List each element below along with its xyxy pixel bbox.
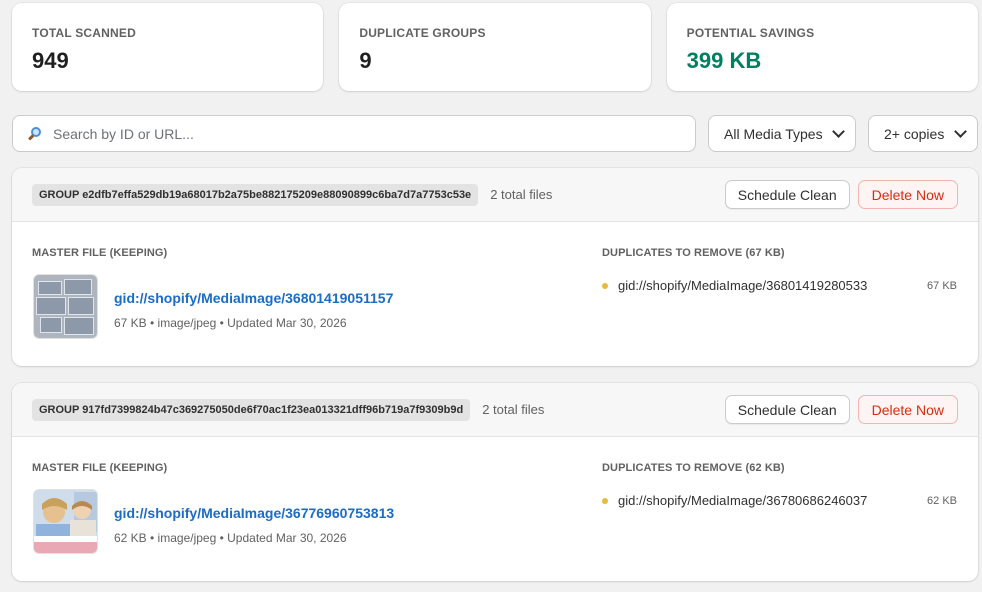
- duplicate-size: 62 KB: [927, 494, 957, 507]
- group-id-badge: GROUP 917fd7399824b47c369275050de6f70ac1…: [32, 398, 471, 421]
- master-thumbnail[interactable]: [33, 274, 98, 339]
- stat-label: TOTAL SCANNED: [32, 26, 136, 40]
- master-file-meta: 62 KB • image/jpeg • Updated Mar 30, 202…: [114, 531, 347, 545]
- copies-select[interactable]: 2+ copies: [868, 115, 978, 152]
- duplicate-item: gid://shopify/MediaImage/36801419280533 …: [602, 278, 957, 293]
- duplicate-item: gid://shopify/MediaImage/36780686246037 …: [602, 493, 957, 508]
- stat-value: 399 KB: [686, 48, 762, 73]
- stat-value: 949: [32, 48, 69, 73]
- duplicates-label: DUPLICATES TO REMOVE (67 KB): [602, 247, 785, 259]
- master-file-link[interactable]: gid://shopify/MediaImage/36776960753813: [114, 505, 394, 521]
- master-file-link[interactable]: gid://shopify/MediaImage/36801419051157: [114, 290, 393, 306]
- duplicate-id: gid://shopify/MediaImage/36780686246037: [618, 493, 868, 508]
- copies-value: 2+ copies: [884, 125, 945, 142]
- delete-now-button[interactable]: Delete Now: [857, 180, 958, 209]
- status-dot-icon: [602, 282, 608, 289]
- group-header: GROUP e2dfb7effa529db19a68017b2a75be8821…: [12, 168, 978, 222]
- group-file-count: 2 total files: [490, 187, 553, 202]
- media-type-select[interactable]: All Media Types: [708, 115, 856, 152]
- stat-duplicate-groups: DUPLICATE GROUPS 9: [339, 3, 651, 91]
- stat-total-scanned: TOTAL SCANNED 949: [12, 3, 324, 91]
- group-body: MASTER FILE (KEEPING) gid://shopify/Medi…: [12, 222, 978, 366]
- duplicate-size: 67 KB: [927, 279, 957, 292]
- media-type-value: All Media Types: [724, 125, 823, 142]
- stat-value: 9: [359, 48, 372, 73]
- duplicate-group: GROUP e2dfb7effa529db19a68017b2a75be8821…: [12, 168, 978, 366]
- master-file-meta: 67 KB • image/jpeg • Updated Mar 30, 202…: [114, 316, 347, 330]
- master-file-label: MASTER FILE (KEEPING): [32, 462, 168, 474]
- master-file-label: MASTER FILE (KEEPING): [32, 247, 168, 259]
- filter-bar: All Media Types 2+ copies: [12, 115, 978, 152]
- group-file-count: 2 total files: [482, 402, 545, 417]
- schedule-clean-button[interactable]: Schedule Clean: [724, 180, 850, 209]
- stat-potential-savings: POTENTIAL SAVINGS 399 KB: [666, 3, 978, 91]
- stat-label: DUPLICATE GROUPS: [359, 26, 486, 40]
- chevron-down-icon: [954, 124, 967, 138]
- stats-row: TOTAL SCANNED 949 DUPLICATE GROUPS 9 POT…: [12, 3, 978, 91]
- schedule-clean-button[interactable]: Schedule Clean: [724, 395, 850, 424]
- search-input[interactable]: [53, 125, 695, 142]
- master-thumbnail[interactable]: [33, 489, 98, 554]
- delete-now-button[interactable]: Delete Now: [857, 395, 958, 424]
- status-dot-icon: [602, 497, 608, 504]
- group-body: MASTER FILE (KEEPING) gid://shopify/Medi…: [12, 437, 978, 581]
- stat-label: POTENTIAL SAVINGS: [686, 26, 815, 40]
- search-icon: [27, 126, 43, 142]
- duplicate-id: gid://shopify/MediaImage/36801419280533: [618, 278, 868, 293]
- group-id-badge: GROUP e2dfb7effa529db19a68017b2a75be8821…: [32, 183, 479, 206]
- duplicates-label: DUPLICATES TO REMOVE (62 KB): [602, 462, 785, 474]
- group-header: GROUP 917fd7399824b47c369275050de6f70ac1…: [12, 383, 978, 437]
- duplicate-group: GROUP 917fd7399824b47c369275050de6f70ac1…: [12, 383, 978, 581]
- chevron-down-icon: [832, 124, 845, 138]
- search-box[interactable]: [12, 115, 696, 152]
